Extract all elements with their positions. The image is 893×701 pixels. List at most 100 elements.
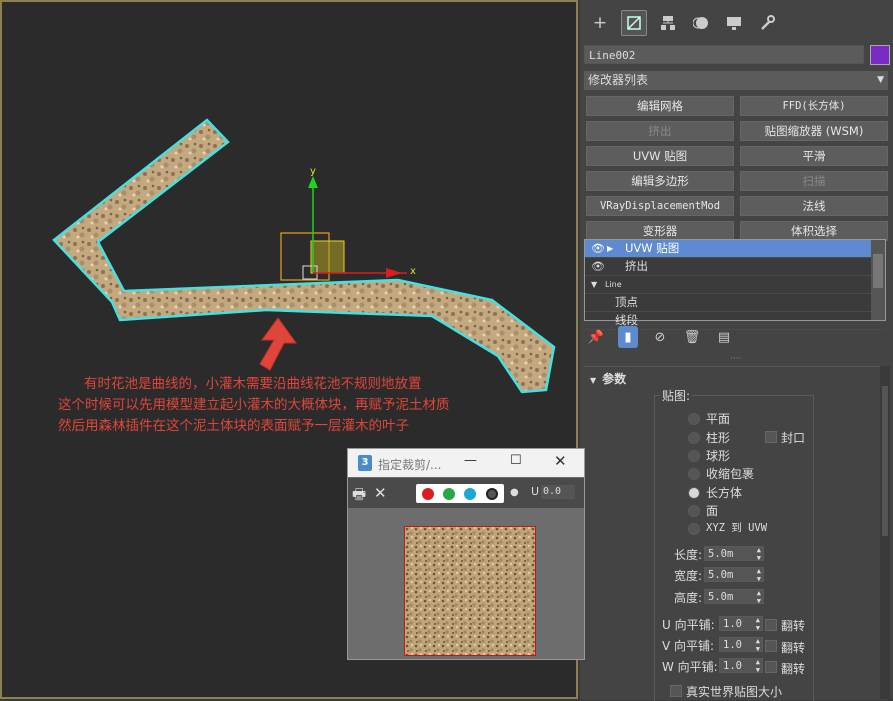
modifier-button-extrude[interactable]: 挤出 [586, 121, 734, 141]
gizmo-x-arrow [386, 268, 402, 278]
eye-icon[interactable]: 👁 [591, 240, 605, 257]
w-flip-checkbox[interactable] [765, 661, 777, 673]
spinner-arrows-icon[interactable]: ▲ ▼ [756, 616, 760, 632]
u-tile-spinner[interactable]: 1.0 ▲ ▼ [719, 616, 763, 631]
modifier-button-morpher[interactable]: 变形器 [586, 221, 734, 241]
radio-dot[interactable] [688, 523, 700, 535]
panel-scrollbar[interactable] [880, 366, 890, 699]
modifier-button-normal[interactable]: 法线 [740, 196, 888, 216]
make-unique-icon: ⊘ [654, 329, 666, 345]
hierarchy-tab[interactable] [656, 11, 680, 35]
annotation-text: 有时花池是曲线的，小灌木需要沿曲线花池不规则地放置 这个时候可以先用模型建立起小… [58, 374, 578, 437]
maximize-icon[interactable]: ☐ [510, 453, 522, 468]
flower-bed-mesh [52, 118, 556, 394]
v-flip-label: 翻转 [781, 641, 806, 655]
stack-item-label: UVW 贴图 [625, 241, 680, 255]
dirt-texture-preview[interactable] [404, 526, 536, 656]
stack-item-line[interactable]: ▼ Line [585, 276, 885, 294]
radio-dot[interactable] [688, 413, 700, 425]
spinner-arrows-icon[interactable]: ▲ ▼ [757, 546, 761, 562]
modifier-button-uvw-map[interactable]: UVW 贴图 [586, 146, 734, 166]
rollout-title: 参数 [602, 372, 627, 386]
radio-dot[interactable] [688, 450, 700, 462]
stack-item-extrude[interactable]: 👁 挤出 [585, 258, 885, 276]
stack-scrollbar[interactable] [871, 240, 885, 320]
eye-icon[interactable]: 👁 [591, 258, 605, 275]
radio-dot[interactable] [688, 487, 700, 499]
green-channel-button[interactable] [443, 488, 455, 500]
crop-window-titlebar[interactable]: 3 指定裁剪/... — ☐ ✕ [348, 449, 584, 477]
modifier-button-vol-select[interactable]: 体积选择 [740, 221, 888, 241]
expand-triangle-icon[interactable]: ▶ [607, 240, 613, 257]
spinner-arrows-icon[interactable]: ▲ ▼ [756, 637, 760, 653]
gizmo-y-label: y [310, 166, 316, 177]
stack-item-label: 挤出 [625, 259, 648, 273]
modifier-button-sweep[interactable]: 扫描 [740, 171, 888, 191]
parameters-rollout: ▼ 参数 贴图: 平面 柱形 球形 收缩包裹 长方体 面 XYZ 到 UVW 封口… [584, 366, 888, 701]
height-label: 高度: [674, 591, 703, 605]
pin-stack-button[interactable]: 📌 [586, 326, 606, 348]
v-tile-spinner[interactable]: 1.0 ▲ ▼ [719, 637, 763, 652]
radio-dot[interactable] [688, 432, 700, 444]
create-tab[interactable]: + [588, 11, 612, 35]
blue-channel-button[interactable] [464, 488, 476, 500]
plus-icon: + [592, 13, 608, 33]
panel-scroll-thumb[interactable] [882, 386, 888, 536]
motion-icon [693, 17, 708, 29]
real-world-checkbox[interactable] [670, 685, 682, 697]
remove-modifier-button[interactable]: 🗑 [682, 326, 702, 348]
red-channel-button[interactable] [422, 488, 434, 500]
radio-dot[interactable] [688, 468, 700, 480]
modifier-button-edit-mesh[interactable]: 编辑网格 [586, 96, 734, 116]
modifier-button-map-scaler[interactable]: 贴图缩放器 (WSM) [740, 121, 888, 141]
stack-item-uvw-map[interactable]: 👁 ▶ UVW 贴图 [585, 240, 885, 258]
radio-dot[interactable] [688, 505, 700, 517]
utilities-tab[interactable] [755, 11, 779, 35]
spinner-arrows-icon[interactable]: ▲ ▼ [757, 567, 761, 583]
modifier-list-dropdown[interactable]: 修改器列表 ▼ [584, 71, 888, 90]
w-flip-label: 翻转 [781, 662, 806, 676]
minimize-icon[interactable]: — [464, 453, 477, 468]
object-name-row: Line002 [584, 45, 890, 65]
rollout-header[interactable]: ▼ 参数 [590, 370, 626, 387]
height-spinner[interactable]: 5.0m ▲ ▼ [704, 589, 764, 604]
display-tab[interactable] [722, 11, 746, 35]
u-offset-label: U [531, 485, 540, 498]
trash-icon: 🗑 [683, 329, 701, 345]
show-end-result-button[interactable]: ▮ [618, 326, 638, 348]
spinner-arrows-icon[interactable]: ▲ ▼ [757, 589, 761, 605]
u-flip-label: 翻转 [781, 619, 806, 633]
clear-icon[interactable]: ✕ [374, 484, 387, 502]
close-icon[interactable]: ✕ [554, 452, 567, 470]
w-tile-spinner[interactable]: 1.0 ▲ ▼ [719, 658, 763, 673]
modify-tab[interactable] [621, 10, 647, 36]
v-flip-checkbox[interactable] [765, 640, 777, 652]
cap-checkbox[interactable] [765, 431, 777, 443]
mono-channel-icon[interactable]: ● [510, 487, 519, 498]
collapse-triangle-icon[interactable]: ▼ [591, 276, 597, 293]
motion-tab[interactable] [689, 11, 713, 35]
modifier-button-smooth[interactable]: 平滑 [740, 146, 888, 166]
crop-preview-area[interactable] [348, 509, 584, 659]
modifier-button-ffd-box[interactable]: FFD(长方体) [740, 96, 888, 116]
crop-window: 3 指定裁剪/... — ☐ ✕ 🖶 ✕ ● U 0.0 [347, 448, 585, 660]
width-spinner[interactable]: 5.0m ▲ ▼ [704, 567, 764, 582]
modifier-button-edit-poly[interactable]: 编辑多边形 [586, 171, 734, 191]
object-name-field[interactable]: Line002 [584, 45, 864, 64]
command-panel-tabs: + [580, 0, 893, 46]
make-unique-button[interactable]: ⊘ [650, 326, 670, 348]
u-flip-checkbox[interactable] [765, 619, 777, 631]
u-offset-field[interactable]: 0.0 [541, 485, 575, 499]
object-color-swatch[interactable] [870, 45, 890, 65]
length-spinner[interactable]: 5.0m ▲ ▼ [704, 546, 764, 561]
modifier-button-vray-displacement[interactable]: VRayDisplacementMod [586, 196, 734, 216]
stack-item-vertex[interactable]: 顶点 [585, 294, 885, 312]
mapping-group-label: 贴图: [660, 387, 693, 404]
pin-icon: 📌 [587, 329, 605, 345]
panel-divider[interactable]: ···· [730, 354, 741, 364]
configure-sets-button[interactable]: ▤ [714, 326, 734, 348]
print-icon[interactable]: 🖶 [352, 484, 366, 509]
spinner-arrows-icon[interactable]: ▲ ▼ [756, 658, 760, 674]
stack-scroll-thumb[interactable] [873, 254, 883, 288]
alpha-channel-button[interactable] [486, 488, 498, 500]
